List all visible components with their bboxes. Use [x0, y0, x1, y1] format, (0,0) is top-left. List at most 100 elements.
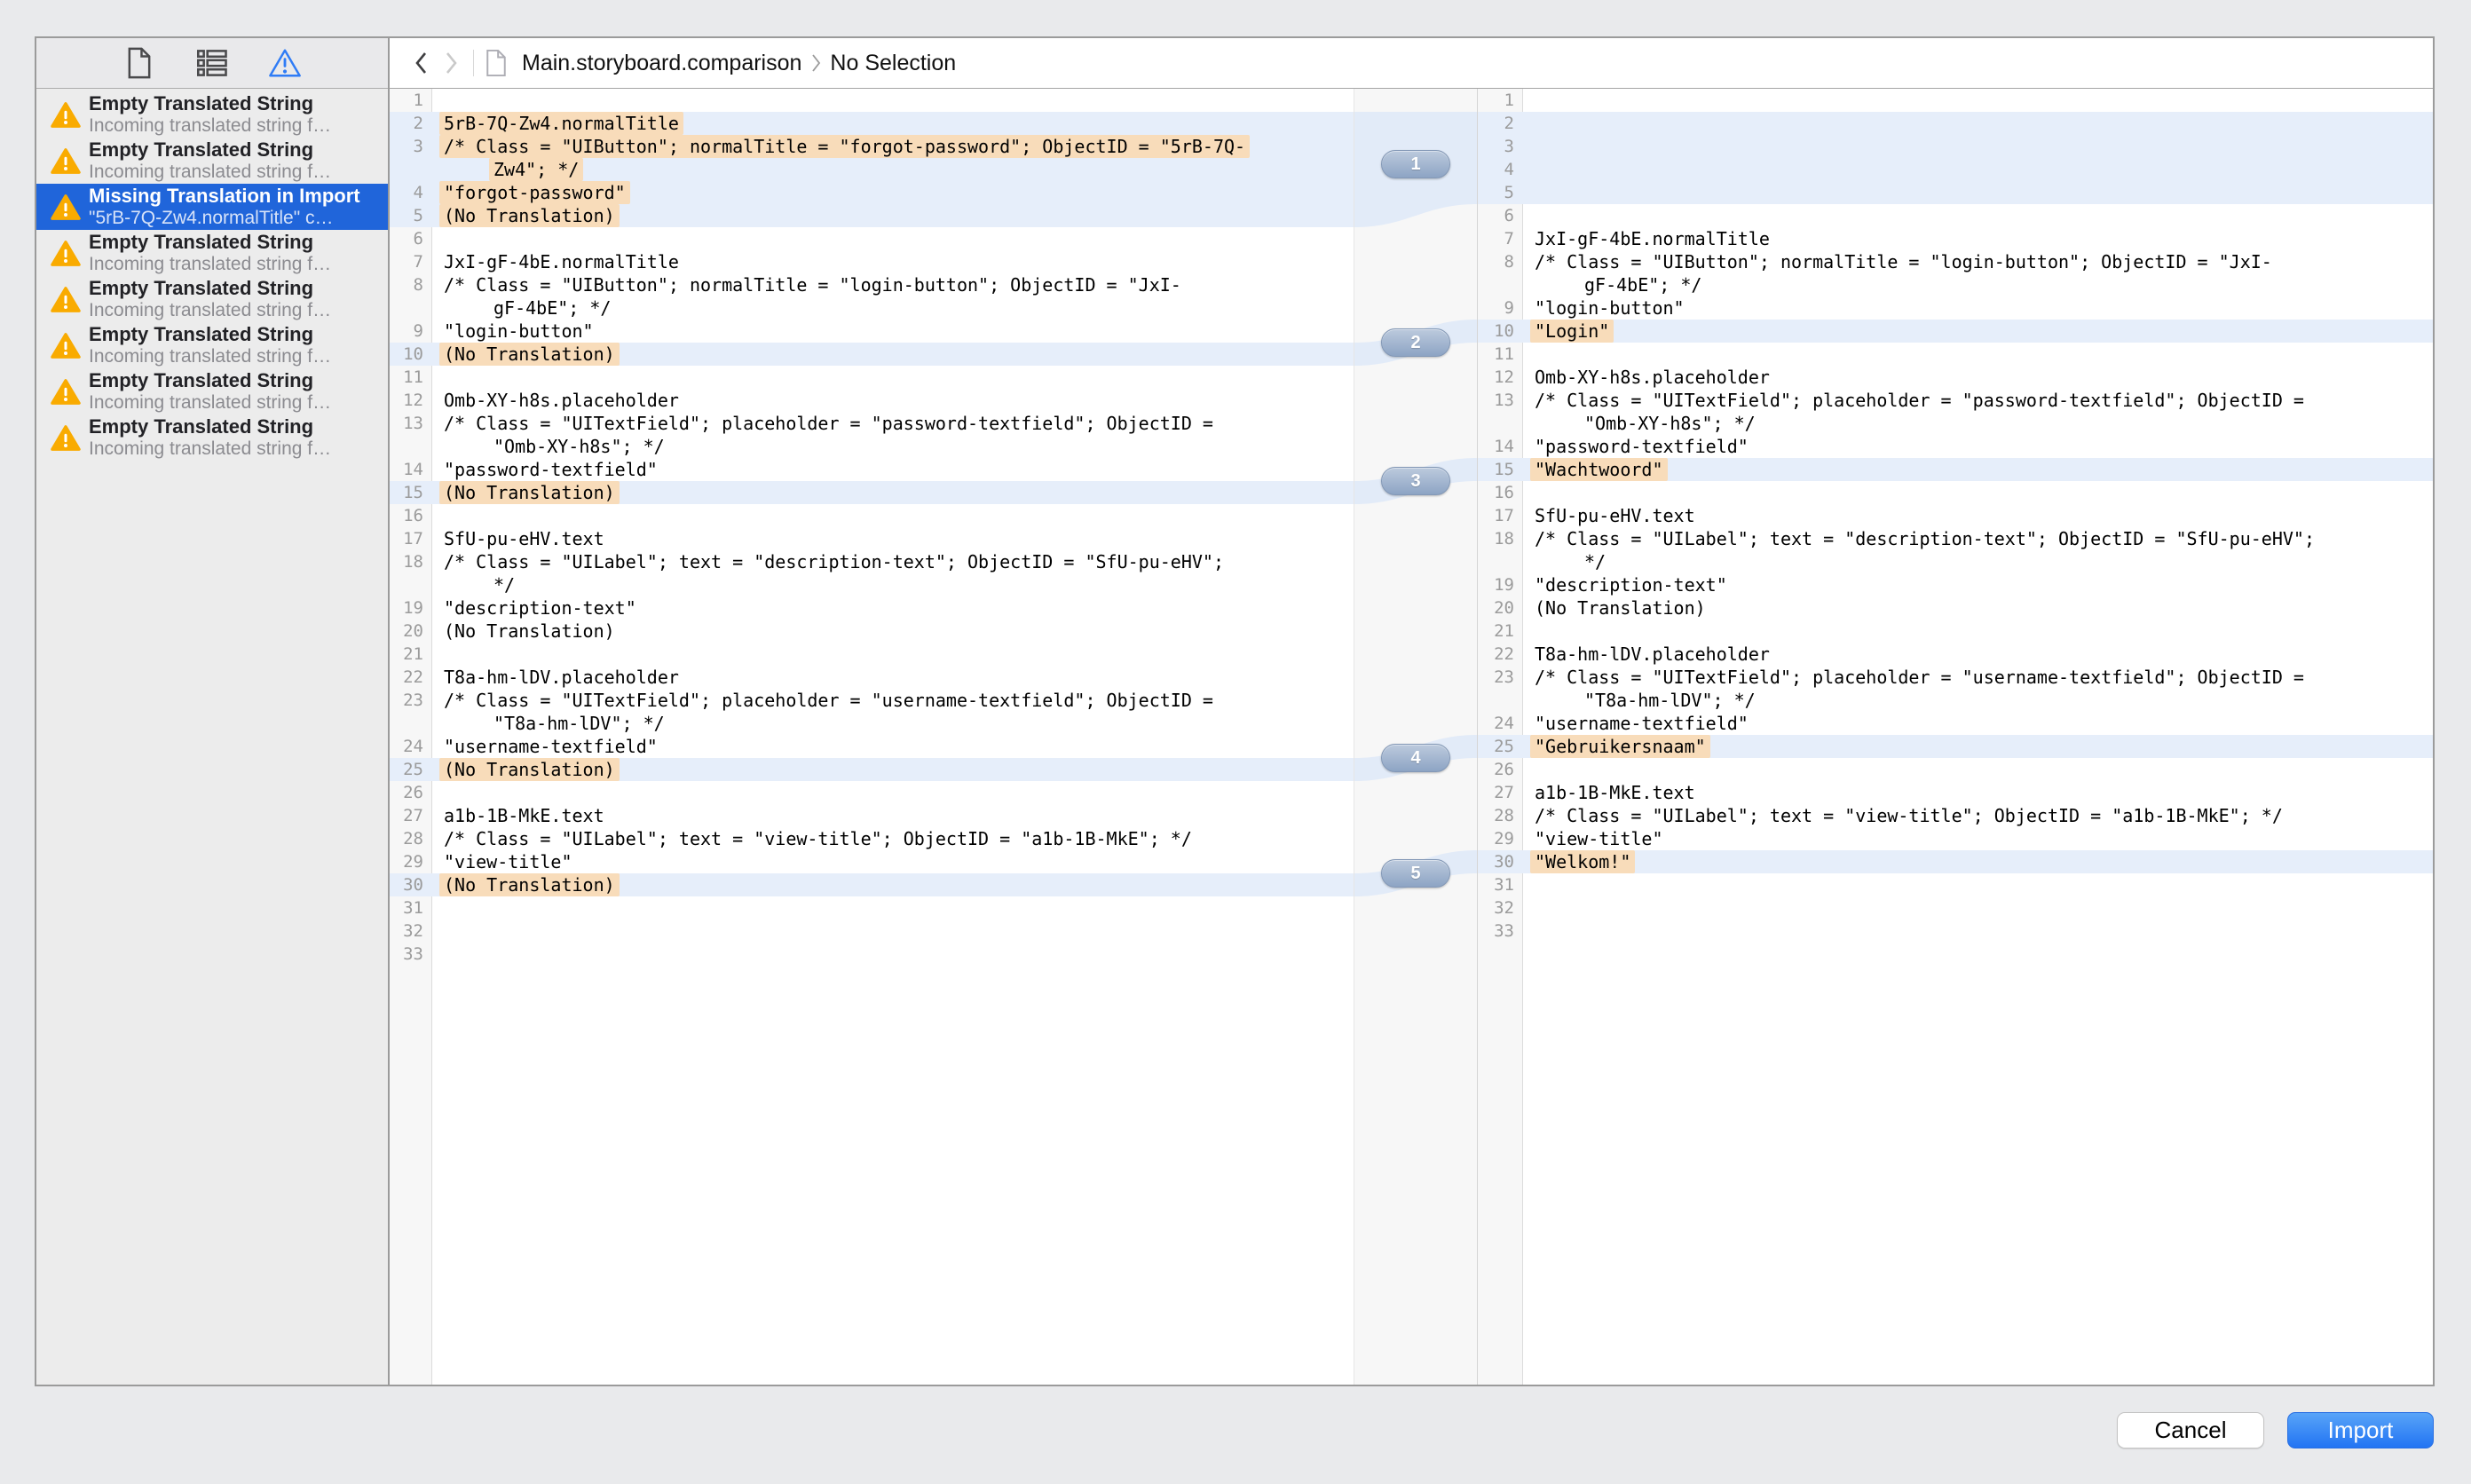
line-number: 21 [1494, 621, 1514, 641]
code-row: 18 /* Class = "UILabel"; text = "descript… [1478, 527, 2433, 550]
line-number: 13 [1494, 391, 1514, 410]
changed-text-highlight: (No Translation) [439, 873, 620, 896]
breadcrumb-selection[interactable]: No Selection [830, 51, 956, 76]
comparison-sheet: Empty Translated String Incoming translat… [35, 36, 2435, 1386]
line-number: 3 [413, 137, 423, 156]
right-code-pane[interactable]: 1 2 3 4 5 6 7 JxI-gF-4bE.normalTitle 8/* Class =… [1478, 89, 2433, 1385]
issue-item[interactable]: Empty Translated String Incoming translat… [36, 414, 388, 461]
code-text: (No Translation) [1535, 597, 1706, 619]
navigator-tabs [36, 38, 388, 89]
warning-icon [51, 424, 81, 452]
diff-gutter: 1 2 3 4 5 [1354, 89, 1478, 1385]
line-number: 16 [403, 506, 423, 525]
changed-text-highlight: (No Translation) [439, 758, 620, 781]
line-number: 31 [1494, 875, 1514, 895]
line-number [390, 435, 431, 458]
cancel-button[interactable]: Cancel [2117, 1412, 2264, 1448]
import-button[interactable]: Import [2287, 1412, 2434, 1448]
line-number: 5 [413, 206, 423, 225]
code-row: 12 Omb-XY-h8s.placeholder [1478, 366, 2433, 389]
issue-item[interactable]: Empty Translated String Incoming translat… [36, 138, 388, 184]
tab-list-icon[interactable] [195, 46, 229, 80]
line-number: 26 [1494, 760, 1514, 779]
code-row: 1 [390, 89, 1354, 112]
divider [473, 50, 474, 76]
line-number: 16 [1494, 483, 1514, 502]
left-code-pane[interactable]: 1 2 5rB-7Q-Zw4.normalTitle 3/* Class = "UIB… [390, 89, 1354, 1385]
code-text: (No Translation) [444, 620, 615, 642]
line-number: 15 [1494, 460, 1514, 479]
line-number: 9 [1504, 298, 1514, 318]
changed-text-highlight: /* Class = "UIButton"; normalTitle = "fo… [439, 135, 1251, 158]
line-number: 7 [413, 252, 423, 272]
code-row: 13 /* Class = "UITextField"; placeholder … [390, 412, 1354, 435]
code-text: T8a-hm-lDV.placeholder [1535, 643, 1770, 665]
code-row: 32 [390, 920, 1354, 943]
code-row: 10 (No Translation) [390, 343, 1354, 366]
code-row: 7 JxI-gF-4bE.normalTitle [390, 250, 1354, 273]
breadcrumb-separator-icon [810, 53, 821, 73]
line-number: 33 [1494, 921, 1514, 941]
code-text: "view-title" [1535, 828, 1663, 849]
code-text: JxI-gF-4bE.normalTitle [1535, 228, 1770, 249]
line-number: 1 [413, 91, 423, 110]
line-number: 1 [1504, 91, 1514, 110]
code-text: gF-4bE"; */ [1584, 274, 1702, 296]
issue-subtitle: Incoming translated string f… [89, 300, 332, 320]
code-row: 19 "description-text" [1478, 573, 2433, 596]
issue-item[interactable]: Empty Translated String Incoming translat… [36, 276, 388, 322]
line-number [1478, 412, 1522, 435]
line-number: 30 [403, 875, 423, 895]
code-row: 13 /* Class = "UITextField"; placeholder … [1478, 389, 2433, 412]
line-number [1478, 689, 1522, 712]
code-row: 25 "Gebruikersnaam" [1478, 735, 2433, 758]
code-row: 18 /* Class = "UILabel"; text = "descript… [390, 550, 1354, 573]
line-number [390, 296, 431, 320]
code-row: 23 /* Class = "UITextField"; placeholder … [1478, 666, 2433, 689]
diff-badge: 5 [1381, 859, 1450, 888]
code-text: "password-textfield" [444, 459, 658, 480]
code-text: SfU-pu-eHV.text [1535, 505, 1695, 526]
diff-badge: 1 [1381, 150, 1450, 178]
issue-item[interactable]: Empty Translated String Incoming translat… [36, 230, 388, 276]
code-row: Zw4"; */ [390, 158, 1354, 181]
code-row: 27 a1b-1B-MkE.text [1478, 781, 2433, 804]
breadcrumb-file[interactable]: Main.storyboard.comparison [522, 51, 801, 76]
line-number [390, 158, 431, 181]
line-number: 14 [1494, 437, 1514, 456]
line-number: 9 [413, 321, 423, 341]
back-button[interactable] [406, 45, 436, 81]
issue-item[interactable]: Missing Translation in Import "5rB-7Q-Zw4… [36, 184, 388, 230]
forward-button[interactable] [436, 45, 466, 81]
line-number: 6 [1504, 206, 1514, 225]
code-text: "login-button" [444, 320, 594, 342]
issue-subtitle: Incoming translated string f… [89, 392, 332, 413]
code-text: (No Translation) [431, 873, 1354, 896]
code-row: 31 [1478, 873, 2433, 896]
issue-item[interactable]: Empty Translated String Incoming translat… [36, 368, 388, 414]
code-row: 28 /* Class = "UILabel"; text = "view-tit… [1478, 804, 2433, 827]
code-text: SfU-pu-eHV.text [444, 528, 604, 549]
code-row: 27 a1b-1B-MkE.text [390, 804, 1354, 827]
code-text: a1b-1B-MkE.text [1535, 782, 1695, 803]
code-row: 21 [390, 643, 1354, 666]
tab-warnings-icon[interactable] [268, 46, 302, 80]
issue-subtitle: Incoming translated string f… [89, 115, 332, 136]
code-text: a1b-1B-MkE.text [444, 805, 604, 826]
issue-item[interactable]: Empty Translated String Incoming translat… [36, 322, 388, 368]
tab-file-document-icon[interactable] [122, 46, 156, 80]
line-number: 27 [403, 806, 423, 825]
issue-item[interactable]: Empty Translated String Incoming translat… [36, 91, 388, 138]
issue-title: Empty Translated String [89, 92, 314, 114]
code-text: /* Class = "UIButton"; normalTitle = "lo… [1535, 251, 2272, 272]
code-row: 17 SfU-pu-eHV.text [1478, 504, 2433, 527]
issue-title: Missing Translation in Import [89, 185, 360, 207]
issue-list: Empty Translated String Incoming translat… [36, 89, 388, 1385]
code-row: 8 /* Class = "UIButton"; normalTitle = "l… [390, 273, 1354, 296]
